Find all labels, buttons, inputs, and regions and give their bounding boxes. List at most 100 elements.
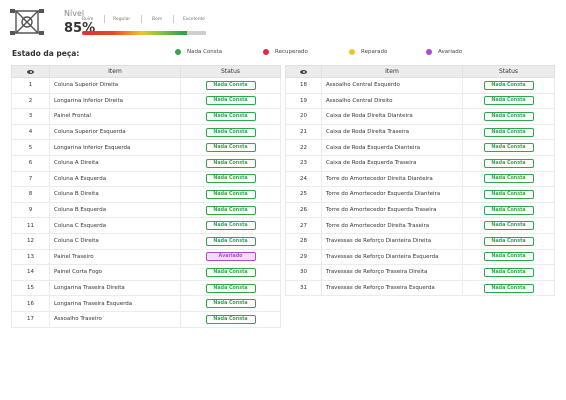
table-row: 27 Torre do Amortecedor Direita Traseira N… — [285, 217, 555, 234]
part-name: Coluna C Esquerda — [49, 217, 181, 234]
row-number: 17 — [11, 310, 50, 328]
row-number: 26 — [285, 201, 322, 219]
part-name: Caixa de Roda Esquerda Traseira — [321, 154, 463, 172]
row-number: 29 — [285, 248, 322, 266]
status-badge: Nada Consta — [483, 96, 534, 106]
status-cell: Nada Consta — [462, 201, 555, 219]
part-name: Assoalho Central Esquerdo — [321, 77, 463, 94]
row-number: 3 — [11, 108, 50, 125]
status-cell: Nada Consta — [180, 123, 281, 141]
table-row: 24 Torre do Amortecedor Direita Dianteira… — [285, 170, 555, 188]
row-number: 27 — [285, 217, 322, 234]
status-badge: Nada Consta — [483, 127, 534, 137]
row-number: 23 — [285, 154, 322, 172]
table-row: 11 Coluna C Esquerda Nada Consta — [11, 217, 281, 234]
row-number: 1 — [11, 77, 50, 94]
row-number: 16 — [11, 295, 50, 312]
row-number: 22 — [285, 139, 322, 156]
chassis-logo-icon — [10, 9, 44, 35]
status-cell: Nada Consta — [180, 232, 281, 250]
level-bar — [82, 31, 206, 35]
legend-item-recuperado: Recuperado — [263, 49, 308, 55]
row-number: 14 — [11, 264, 50, 281]
row-number: 31 — [285, 279, 322, 297]
table-row: 23 Caixa de Roda Esquerda Traseira Nada Co… — [285, 154, 555, 172]
status-cell: Nada Consta — [180, 154, 281, 172]
status-badge: Nada Consta — [205, 111, 256, 121]
part-name: Torre do Amortecedor Direita Traseira — [321, 217, 463, 234]
status-cell: Nada Consta — [180, 264, 281, 281]
table-row: 30 Travessas de Reforço Traseira Direita N… — [285, 264, 555, 281]
legend-label: Reparado — [361, 49, 388, 55]
status-cell: Nada Consta — [462, 92, 555, 110]
status-cell: Nada Consta — [462, 108, 555, 125]
row-number: 13 — [11, 248, 50, 266]
legend-item-avariado: Avariado — [426, 49, 462, 55]
legend-item-nada-consta: Nada Consta — [175, 49, 222, 55]
row-number: 18 — [285, 77, 322, 94]
row-number: 15 — [11, 279, 50, 297]
part-name: Travessas de Reforço Dianteira Esquerda — [321, 248, 463, 266]
row-number: 25 — [285, 186, 322, 203]
status-badge: Nada Consta — [483, 158, 534, 168]
part-name: Travessas de Reforço Traseira Esquerda — [321, 279, 463, 297]
part-name: Caixa de Roda Direita Dianteira — [321, 108, 463, 125]
part-name: Longarina Traseira Direita — [49, 279, 181, 297]
status-cell: Nada Consta — [180, 108, 281, 125]
row-number: 20 — [285, 108, 322, 125]
status-cell: Nada Consta — [462, 279, 555, 297]
row-number: 6 — [11, 154, 50, 172]
part-name: Torre do Amortecedor Esquerda Dianteira — [321, 186, 463, 203]
status-badge: Nada Consta — [483, 205, 534, 215]
row-number: 9 — [11, 201, 50, 219]
part-name: Assoalho Traseiro — [49, 310, 181, 328]
row-number: 28 — [285, 232, 322, 250]
status-cell: Nada Consta — [180, 279, 281, 297]
legend-label: Nada Consta — [187, 49, 223, 55]
status-cell: Nada Consta — [462, 170, 555, 188]
table-row: 14 Painel Corta Fogo Nada Consta — [11, 264, 281, 281]
row-number: 8 — [11, 186, 50, 203]
header: Nível 85% Ruim Regular Bom Excelente — [8, 6, 228, 40]
part-name: Longarina Inferior Esquerda — [49, 139, 181, 156]
part-name: Painel Frontal — [49, 108, 181, 125]
table-row: 12 Coluna C Direita Nada Consta — [11, 232, 281, 250]
status-badge: Nada Consta — [205, 267, 256, 277]
table-row: 26 Torre do Amortecedor Esquerda Traseira… — [285, 201, 555, 219]
status-cell: Nada Consta — [180, 217, 281, 234]
status-badge: Nada Consta — [483, 267, 534, 277]
status-cell: Nada Consta — [462, 123, 555, 141]
status-cell: Nada Consta — [180, 92, 281, 110]
scale-label-ruim: Ruim — [82, 17, 94, 22]
status-badge: Nada Consta — [483, 252, 534, 262]
part-name: Coluna B Direita — [49, 186, 181, 203]
part-name: Coluna Superior Esquerda — [49, 123, 181, 141]
visibility-column-header[interactable] — [11, 65, 50, 78]
table-header-row: Item Status — [11, 65, 281, 78]
status-badge: Nada Consta — [483, 174, 534, 184]
table-row: 6 Coluna A Direita Nada Consta — [11, 154, 281, 172]
status-cell: Nada Consta — [180, 139, 281, 156]
table-row: 16 Longarina Traseira Esquerda Nada Consta — [11, 295, 281, 312]
status-badge: Nada Consta — [205, 189, 256, 199]
red-dot-icon — [263, 49, 269, 55]
status-badge: Nada Consta — [205, 158, 256, 168]
legend-item-reparado: Reparado — [349, 49, 387, 55]
status-badge: Nada Consta — [483, 236, 534, 246]
status-cell: Nada Consta — [462, 264, 555, 281]
yellow-dot-icon — [349, 49, 355, 55]
part-name: Longarina Traseira Esquerda — [49, 295, 181, 312]
part-name: Coluna A Esquerda — [49, 170, 181, 188]
status-badge: Nada Consta — [205, 314, 256, 324]
status-cell: Nada Consta — [462, 186, 555, 203]
legend-label: Avariado — [438, 49, 463, 55]
status-badge: Nada Consta — [205, 205, 256, 215]
table-row: 31 Travessas de Reforço Traseira Esquerda… — [285, 279, 555, 297]
table-row: 7 Coluna A Esquerda Nada Consta — [11, 170, 281, 188]
table-row: 22 Caixa de Roda Esquerda Dianteira Nada C… — [285, 139, 555, 156]
visibility-column-header[interactable] — [285, 65, 322, 78]
part-name: Caixa de Roda Esquerda Dianteira — [321, 139, 463, 156]
status-legend: Estado da peça: Nada Consta Recuperado R… — [12, 48, 482, 62]
status-column-header: Status — [462, 65, 555, 78]
legend-label: Recuperado — [275, 49, 308, 55]
